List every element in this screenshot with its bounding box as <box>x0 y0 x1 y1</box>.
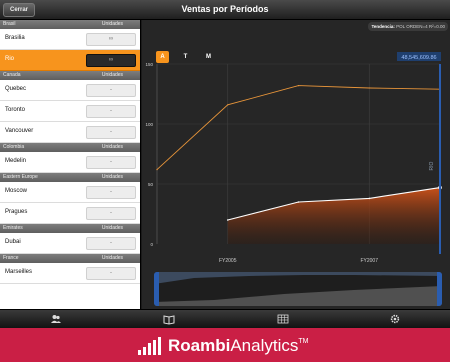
minimap-handle-right <box>437 272 442 306</box>
row-label: Rio <box>5 56 15 62</box>
line-chart[interactable]: 0 50 100 150 FY2005 FY2007 48,545,609.86 RIO <box>142 20 450 309</box>
series-line-orange <box>156 85 441 170</box>
list-item-rio[interactable]: Rio ∞ <box>0 50 140 71</box>
minimap-handle-left <box>154 272 159 306</box>
row-label: Marseilles <box>5 269 33 275</box>
users-icon[interactable] <box>50 313 62 325</box>
row-value: ∞ <box>86 33 136 46</box>
chart-area-fill <box>227 187 440 244</box>
group-header-emirates: Emirates Unidades <box>0 224 140 233</box>
series-vertical-label: RIO <box>429 161 435 170</box>
data-point <box>368 197 371 200</box>
minimap-graph <box>154 272 442 306</box>
list-item-medelin[interactable]: Medelin - <box>0 152 140 173</box>
row-label: Quebec <box>5 86 27 92</box>
row-value: - <box>86 126 136 139</box>
group-header-brasil: Brasil Unidades <box>0 20 140 29</box>
list-item-partial[interactable] <box>0 284 140 296</box>
brand-wordmark: RoambiAnalyticsTM <box>168 336 308 356</box>
data-point <box>297 85 300 87</box>
group-name: Colombia <box>3 144 25 150</box>
row-label: Toronto <box>5 107 26 113</box>
bottom-toolbar <box>0 309 450 328</box>
y-tick-label: 150 <box>145 62 153 67</box>
data-point <box>226 219 229 221</box>
series-area <box>227 187 440 244</box>
row-value: - <box>86 105 136 118</box>
data-point <box>227 104 229 106</box>
row-label: Moscow <box>5 188 28 194</box>
units-label: Unidades <box>101 21 124 27</box>
row-label: Dubai <box>5 239 21 245</box>
group-header-colombia: Colombia Unidades <box>0 143 140 152</box>
list-item-marseilles[interactable]: Marseilles - <box>0 263 140 284</box>
brand-banner: RoambiAnalyticsTM <box>0 328 450 362</box>
group-header-canada: Canada Unidades <box>0 71 140 80</box>
x-tick-label: FY2005 <box>219 258 237 264</box>
value-badge: 48,545,609.86 <box>401 55 436 61</box>
data-point <box>156 169 158 171</box>
list-item-pragues[interactable]: Pragues - <box>0 203 140 224</box>
row-value: - <box>86 237 136 250</box>
row-label: Medelin <box>5 158 27 164</box>
group-header-eastern-europe: Eastern Europe Unidades <box>0 173 140 182</box>
row-label: Vancouver <box>5 128 34 134</box>
row-value: ∞ <box>86 54 136 67</box>
gear-icon[interactable] <box>389 313 401 325</box>
units-label: Unidades <box>101 174 124 180</box>
book-icon[interactable] <box>163 313 175 325</box>
roambi-logo-icon <box>138 337 161 355</box>
grid-icon[interactable] <box>277 313 289 325</box>
list-item-brasilia[interactable]: Brasilia ∞ <box>0 29 140 50</box>
row-value: - <box>86 156 136 169</box>
group-name: Brasil <box>3 21 16 27</box>
group-name: France <box>3 255 19 261</box>
list-item-dubai[interactable]: Dubai - <box>0 233 140 254</box>
group-header-france: France Unidades <box>0 254 140 263</box>
title-bar: Cerrar Ventas por Períodos <box>0 0 450 20</box>
page-title: Ventas por Períodos <box>181 4 269 14</box>
units-label: Unidades <box>101 144 124 150</box>
data-point <box>368 87 370 89</box>
y-tick-label: 0 <box>150 242 153 247</box>
row-label: Pragues <box>5 209 28 215</box>
units-label: Unidades <box>101 255 124 261</box>
row-label: Brasilia <box>5 35 25 41</box>
list-item-quebec[interactable]: Quebec - <box>0 80 140 101</box>
group-name: Emirates <box>3 225 23 231</box>
group-name: Eastern Europe <box>3 174 38 180</box>
sidebar-list[interactable]: Brasil Unidades Brasilia ∞ Rio ∞ Canada … <box>0 20 141 309</box>
units-label: Unidades <box>101 225 124 231</box>
x-tick-label: FY2007 <box>360 258 378 264</box>
timeline-minimap[interactable] <box>154 272 442 306</box>
row-value: - <box>86 207 136 220</box>
y-tick-label: 100 <box>145 122 153 127</box>
row-value: - <box>86 84 136 97</box>
list-item-toronto[interactable]: Toronto - <box>0 101 140 122</box>
data-point <box>297 201 300 203</box>
units-label: Unidades <box>101 72 124 78</box>
brand-name-bold: Roambi <box>168 336 231 355</box>
brand-name-light: Analytics <box>230 336 299 355</box>
list-item-vancouver[interactable]: Vancouver - <box>0 122 140 143</box>
list-item-moscow[interactable]: Moscow - <box>0 182 140 203</box>
row-value: - <box>86 267 136 280</box>
y-tick-label: 50 <box>148 182 154 187</box>
brand-trademark: TM <box>298 338 309 345</box>
chart-panel[interactable]: Tendencia: POL ORDEN=4 R²=0.00 A T M 0 50… <box>142 20 450 309</box>
group-name: Canada <box>3 72 21 78</box>
row-value: - <box>86 186 136 199</box>
